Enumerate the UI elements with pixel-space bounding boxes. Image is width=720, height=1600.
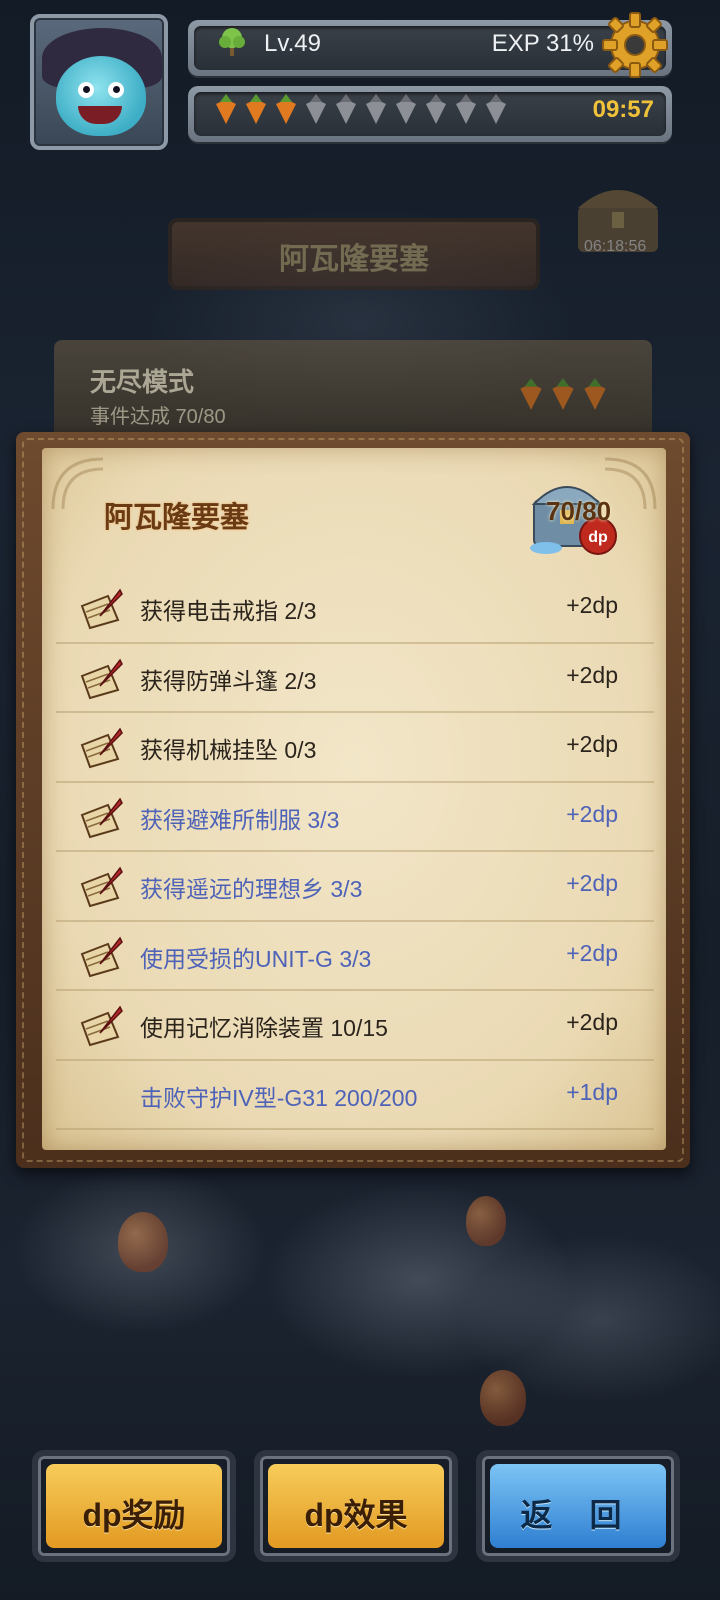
- event-points: +2dp: [566, 1009, 618, 1035]
- level-text: Lv.49: [264, 30, 321, 57]
- event-text: 使用记忆消除装置 10/15: [140, 1015, 388, 1041]
- quill-scroll-icon: [80, 727, 123, 769]
- event-points: +2dp: [566, 939, 618, 966]
- event-text: 获得电击戒指 2/3: [140, 598, 317, 624]
- location-sign: 阿瓦隆要塞: [168, 218, 540, 290]
- carrot-stamina-row: [212, 92, 510, 126]
- chest-timer: 06:18:56: [584, 238, 647, 255]
- carrot-empty-icon: [426, 94, 446, 124]
- back-button[interactable]: 返 回: [476, 1450, 680, 1562]
- carrot-empty-icon: [456, 94, 476, 124]
- tree-icon: [219, 28, 245, 56]
- event-points: +2dp: [566, 661, 618, 688]
- dp-reward-button[interactable]: dp奖励: [32, 1450, 236, 1562]
- event-row: 使用受损的UNIT-G 3/3 +2dp: [56, 922, 654, 991]
- quill-scroll-icon: [80, 658, 123, 699]
- event-row: 获得遥远的理想乡 3/3 +2dp: [56, 852, 654, 922]
- quill-scroll-icon: [80, 588, 123, 630]
- event-text: 获得避难所制服 3/3: [140, 806, 340, 833]
- quill-scroll-icon: [80, 797, 123, 838]
- event-row: 击败守护IV型-G31 200/200 +1dp: [56, 1061, 654, 1130]
- location-name: 阿瓦隆要塞: [279, 243, 429, 276]
- panel-progress-count: 70/80: [546, 496, 612, 526]
- balloon-decoration: [118, 1212, 168, 1272]
- carrot-icon: [584, 378, 606, 410]
- carrot-empty-icon: [336, 94, 356, 124]
- quill-scroll-icon: [80, 1005, 123, 1047]
- stamina-bar: 09:57: [188, 86, 672, 142]
- dp-reward-label: dp奖励: [82, 1497, 186, 1533]
- balloon-decoration: [480, 1370, 526, 1426]
- event-points: +2dp: [566, 592, 618, 618]
- event-row: 获得机械挂坠 0/3 +2dp: [56, 713, 654, 783]
- event-text: 击败守护IV型-G31 200/200: [140, 1084, 418, 1111]
- event-row: 获得防弹斗篷 2/3 +2dp: [56, 644, 654, 713]
- carrot-empty-icon: [486, 94, 506, 124]
- back-label: 返 回: [520, 1497, 636, 1533]
- event-points: +2dp: [566, 731, 618, 757]
- event-points: +2dp: [566, 870, 618, 896]
- carrot-full-icon: [216, 94, 236, 124]
- event-text: 获得机械挂坠 0/3: [140, 737, 317, 763]
- avatar-eye: [108, 82, 124, 98]
- event-row: 使用记忆消除装置 10/15 +2dp: [56, 991, 654, 1061]
- balloon-decoration: [466, 1196, 506, 1246]
- quill-scroll-icon: [80, 866, 123, 908]
- endless-mode-title: 无尽模式: [90, 367, 195, 397]
- event-points: +2dp: [566, 800, 618, 827]
- avatar-eye: [78, 82, 94, 98]
- dp-badge-text: dp: [588, 529, 608, 546]
- carrot-full-icon: [246, 94, 266, 124]
- carrot-empty-icon: [306, 94, 326, 124]
- event-text: 获得防弹斗篷 2/3: [140, 667, 317, 694]
- gear-icon[interactable]: [600, 10, 670, 80]
- endless-mode-panel[interactable]: 无尽模式 事件达成 70/80: [54, 340, 652, 440]
- event-text: 获得遥远的理想乡 3/3: [140, 876, 363, 902]
- carrot-empty-icon: [366, 94, 386, 124]
- carrot-full-icon: [276, 94, 296, 124]
- event-text: 使用受损的UNIT-G 3/3: [140, 945, 372, 972]
- event-row: 获得电击戒指 2/3 +2dp: [56, 574, 654, 644]
- carrot-icon: [520, 378, 542, 410]
- avatar-face: [56, 56, 146, 136]
- event-list: 获得电击戒指 2/3 +2dp 获得防弹斗篷 2/3 +2dp 获得机械挂坠 0/3 +2…: [56, 574, 654, 1130]
- event-points: +1dp: [566, 1078, 618, 1105]
- panel-title: 阿瓦隆要塞: [104, 502, 250, 534]
- stamina-timer: 09:57: [592, 96, 654, 123]
- carrot-empty-icon: [396, 94, 416, 124]
- endless-mode-progress: 事件达成 70/80: [90, 406, 226, 428]
- event-row: 获得避难所制服 3/3 +2dp: [56, 783, 654, 852]
- dp-effect-label: dp效果: [304, 1497, 408, 1533]
- exp-text: EXP 31%: [491, 30, 594, 57]
- quill-scroll-icon: [80, 936, 123, 977]
- player-avatar[interactable]: [30, 14, 168, 150]
- dp-effect-button[interactable]: dp效果: [254, 1450, 458, 1562]
- carrot-cost: [516, 376, 610, 412]
- carrot-icon: [552, 378, 574, 410]
